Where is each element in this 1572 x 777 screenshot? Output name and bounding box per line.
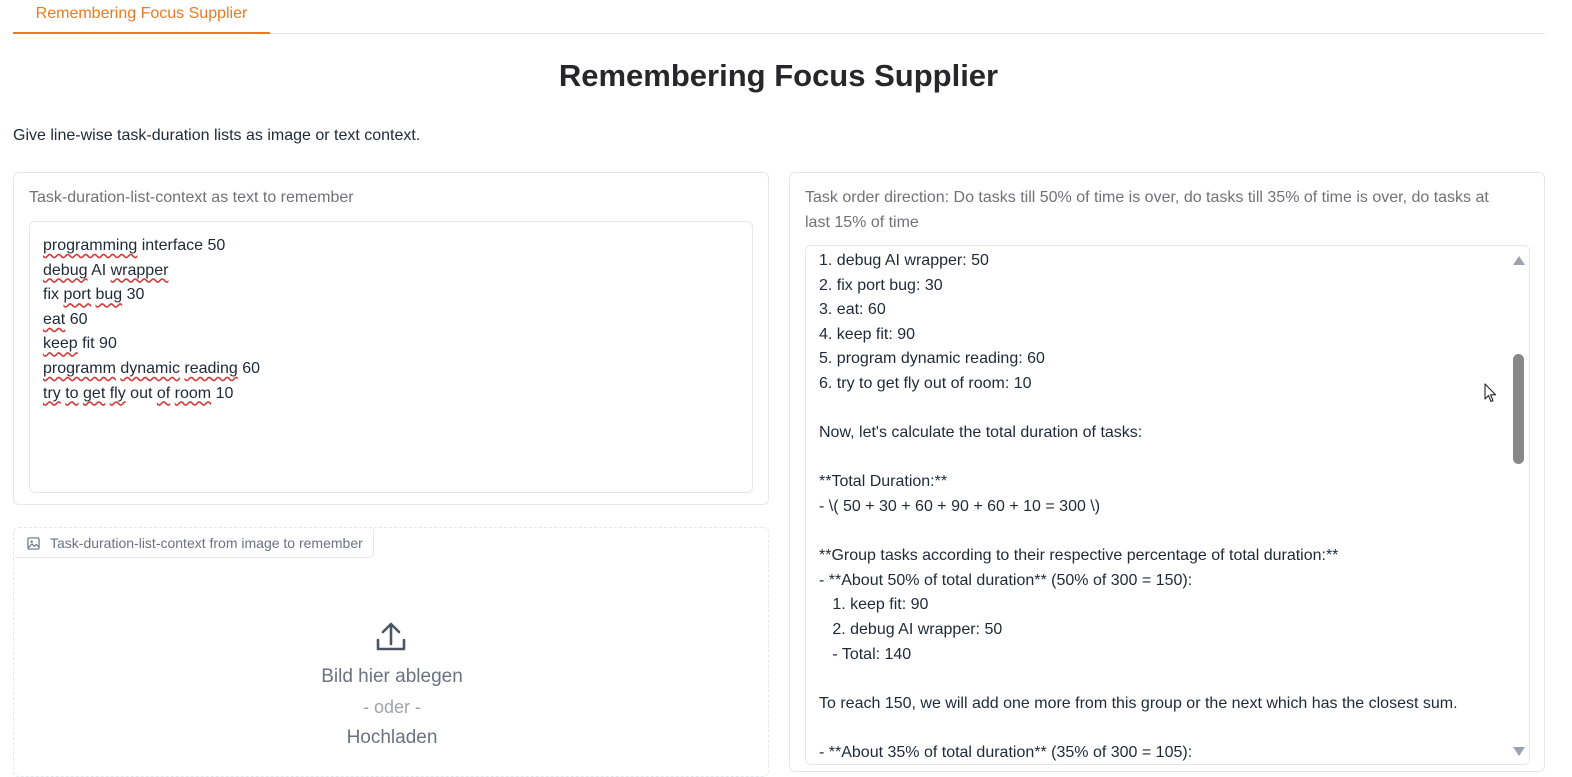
task-line-segment: programming [43, 237, 138, 254]
task-line-segment: AI [87, 261, 111, 279]
output-line: - **About 50% of total duration** (50% o… [819, 571, 1193, 589]
text-context-panel: Task-duration-list-context as text to re… [13, 172, 769, 505]
task-line: try to get fly out of room 10 [43, 382, 739, 407]
task-line-segment: 10 [211, 384, 234, 402]
page-description: Give line-wise task-duration lists as im… [13, 127, 421, 144]
task-line: eat 60 [43, 308, 739, 333]
output-line: **Group tasks according to their respect… [819, 547, 1339, 565]
tab-bar: Remembering Focus Supplier [13, 0, 1545, 34]
task-order-output[interactable]: 1. debug AI wrapper: 50 2. fix port bug: … [805, 245, 1530, 765]
task-line-segment: of [156, 384, 171, 402]
output-line: **Total Duration:** [819, 473, 948, 491]
mouse-cursor-icon [1484, 383, 1497, 403]
output-line: 6. try to get fly out of room: 10 [819, 374, 1032, 392]
task-line-segment: 60 [65, 310, 88, 328]
upload-link[interactable]: Hochladen [14, 727, 770, 749]
task-line-segment: out [125, 384, 157, 402]
page-title: Remembering Focus Supplier [558, 58, 999, 93]
task-line-segment: room [174, 384, 212, 402]
upload-icon[interactable] [374, 620, 408, 654]
output-line: - Total: 140 [819, 645, 912, 663]
output-line: To reach 150, we will add one more from … [819, 694, 1458, 712]
task-line-segment: try [43, 384, 61, 402]
task-list-textarea[interactable]: programming interface 50 debug AI wrapper… [29, 221, 753, 493]
task-line-segment: fit 90 [77, 335, 117, 353]
output-line: - **About 35% of total duration** (35% o… [819, 743, 1193, 761]
or-separator: - oder - [362, 697, 422, 717]
output-line: 1. debug AI wrapper: 50 [819, 252, 989, 269]
image-context-label-badge: Task-duration-list-context from image to… [15, 529, 374, 558]
drop-image-text: Bild hier ablegen [321, 666, 463, 687]
task-line-segment: interface 50 [137, 237, 226, 254]
task-line-segment: to [65, 384, 79, 402]
task-line-segment: port [63, 286, 92, 304]
output-line: - \( 50 + 30 + 60 + 90 + 60 + 10 = 300 \… [819, 497, 1101, 515]
task-line-segment: programm [43, 359, 116, 377]
tab-remembering-focus-supplier[interactable]: Remembering Focus Supplier [13, 0, 270, 34]
output-line: 2. debug AI wrapper: 50 [819, 620, 1003, 638]
output-scrollbar[interactable] [1509, 246, 1529, 764]
task-line-segment: eat [43, 310, 66, 328]
scroll-thumb[interactable] [1513, 354, 1524, 464]
task-line-segment: dynamic [120, 359, 180, 377]
task-line-segment: reading [184, 359, 238, 377]
image-upload-panel[interactable]: Task-duration-list-context from image to… [13, 527, 769, 777]
image-context-label: Task-duration-list-context from image to… [50, 535, 363, 551]
output-line: Now, let's calculate the total duration … [819, 424, 1143, 442]
task-line-segment: 60 [237, 359, 261, 377]
task-line-segment: get [83, 384, 106, 402]
image-icon [27, 536, 40, 550]
task-line-segment: bug [95, 286, 123, 304]
output-line: 2. fix port bug: 30 [819, 276, 943, 294]
task-line: programm dynamic reading 60 [43, 357, 739, 382]
scroll-down-arrow-icon[interactable] [1513, 747, 1525, 756]
task-line: debug AI wrapper [43, 259, 739, 284]
task-line: fix port bug 30 [43, 283, 739, 308]
output-line: 3. eat: 60 [819, 301, 886, 319]
task-line: keep fit 90 [43, 332, 739, 357]
output-line: 1. keep fit: 90 [819, 596, 929, 614]
task-line-segment: 30 [122, 286, 145, 304]
text-context-label: Task-duration-list-context as text to re… [29, 189, 354, 206]
task-line-segment: wrapper [110, 261, 169, 279]
task-order-panel: Task order direction: Do tasks till 50% … [789, 172, 1545, 772]
scroll-up-arrow-icon[interactable] [1513, 256, 1525, 265]
task-order-text: 1. debug AI wrapper: 50 2. fix port bug: … [819, 249, 1499, 764]
task-line-segment: fix [43, 286, 64, 304]
task-line-segment: keep [43, 335, 78, 353]
task-line-segment: fly [109, 384, 126, 402]
task-order-label: Task order direction: Do tasks till 50% … [805, 189, 1489, 231]
task-line: programming interface 50 [43, 234, 739, 259]
output-line: 4. keep fit: 90 [819, 325, 916, 343]
task-line-segment: debug [43, 261, 88, 279]
output-line: 5. program dynamic reading: 60 [819, 350, 1045, 368]
